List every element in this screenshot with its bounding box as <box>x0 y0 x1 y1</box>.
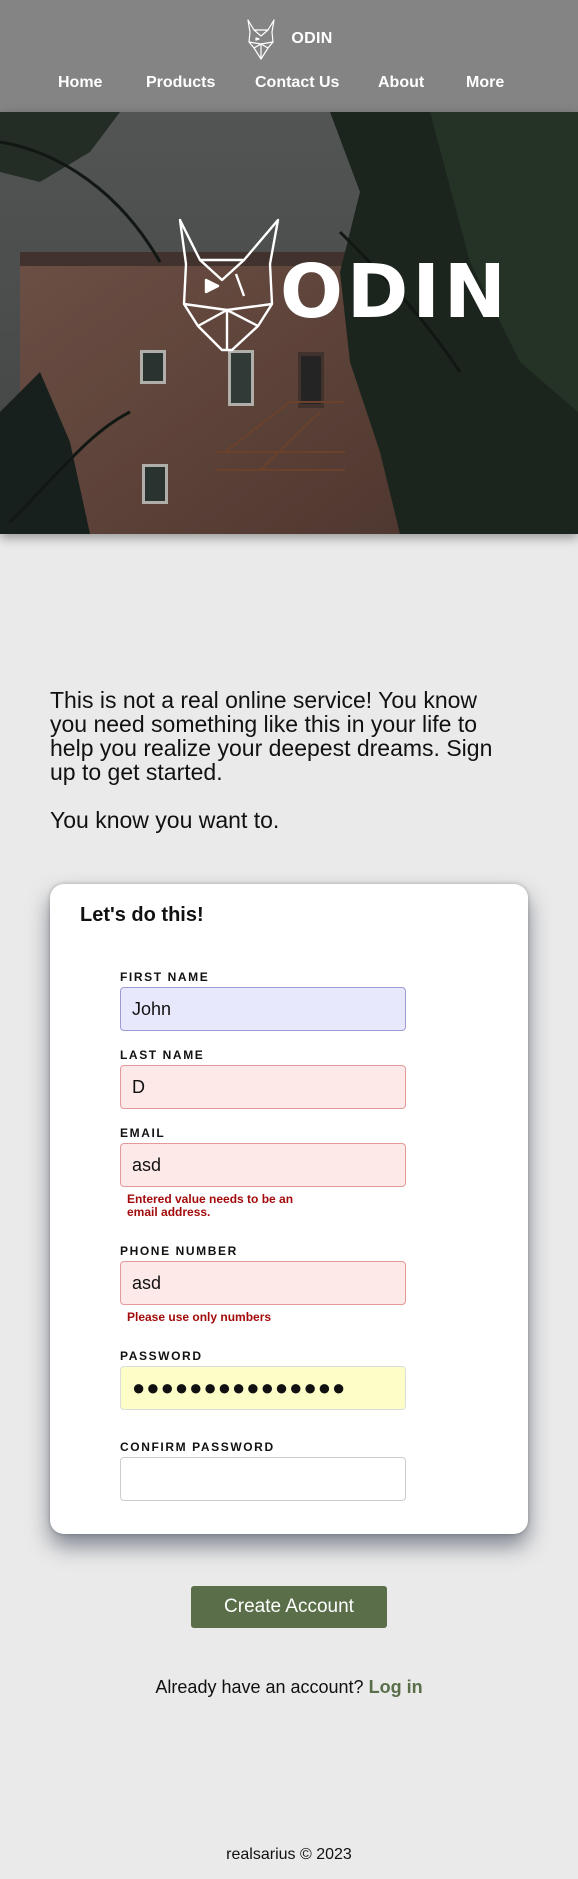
nav-contact-us[interactable]: Contact Us <box>255 74 339 92</box>
last-name-label: LAST NAME <box>120 1048 205 1062</box>
phone-error: Please use only numbers <box>127 1310 272 1324</box>
last-name-group: LAST NAME <box>120 1048 406 1109</box>
password-group: PASSWORD <box>120 1349 406 1410</box>
login-prompt-text: Already have an account? <box>155 1677 364 1697</box>
hero-banner: ODIN <box>0 112 578 534</box>
nav-about[interactable]: About <box>378 74 424 92</box>
brand-name: ODIN <box>291 30 333 47</box>
password-input[interactable] <box>120 1366 406 1410</box>
hero-image: ODIN <box>0 112 578 534</box>
confirm-password-input[interactable] <box>120 1457 406 1501</box>
intro-text: This is not a real online service! You k… <box>50 688 520 832</box>
first-name-group: FIRST NAME <box>120 970 406 1031</box>
nav-more[interactable]: More <box>466 74 504 92</box>
email-group: EMAIL Entered value needs to be an email… <box>120 1126 406 1219</box>
email-label: EMAIL <box>120 1126 166 1140</box>
signup-form: Let's do this! FIRST NAME LAST NAME EMAI… <box>50 884 528 1534</box>
first-name-label: FIRST NAME <box>120 970 210 984</box>
confirm-password-label: CONFIRM PASSWORD <box>120 1440 275 1454</box>
password-label: PASSWORD <box>120 1349 203 1363</box>
brand[interactable]: ODIN <box>0 18 578 60</box>
phone-label: PHONE NUMBER <box>120 1244 238 1258</box>
login-link[interactable]: Log in <box>369 1677 423 1697</box>
intro-paragraph: This is not a real online service! You k… <box>50 687 493 785</box>
nav-home[interactable]: Home <box>58 74 102 92</box>
create-account-button[interactable]: Create Account <box>191 1586 387 1628</box>
email-error: Entered value needs to be an email addre… <box>127 1192 294 1219</box>
last-name-input[interactable] <box>120 1065 406 1109</box>
form-title: Let's do this! <box>80 904 204 926</box>
phone-group: PHONE NUMBER Please use only numbers <box>120 1244 406 1324</box>
site-header: ODIN Home Products Contact Us About More <box>0 0 578 112</box>
phone-input[interactable] <box>120 1261 406 1305</box>
site-footer: realsarius © 2023 <box>226 1846 352 1863</box>
nav-products[interactable]: Products <box>146 74 215 92</box>
intro-tagline: You know you want to. <box>50 807 280 833</box>
viking-helmet-logo-icon <box>247 19 275 60</box>
first-name-input[interactable] <box>120 987 406 1031</box>
confirm-password-group: CONFIRM PASSWORD <box>120 1440 406 1501</box>
login-prompt: Already have an account? Log in <box>0 1677 578 1698</box>
hero-logo-text: ODIN <box>280 249 510 335</box>
email-input[interactable] <box>120 1143 406 1187</box>
